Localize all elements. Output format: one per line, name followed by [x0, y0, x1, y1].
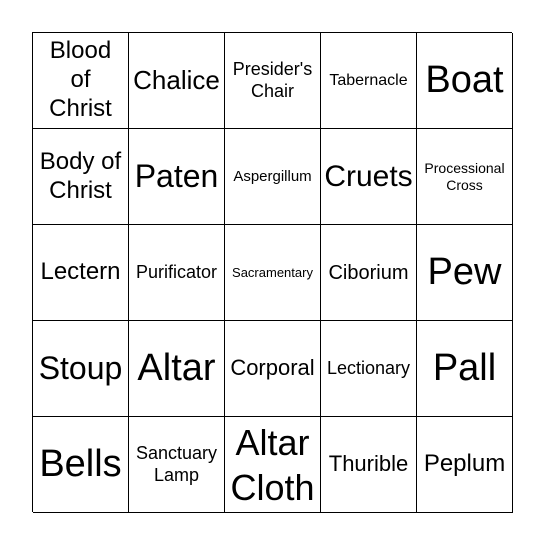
bingo-cell[interactable]: Bells: [33, 417, 129, 513]
bingo-cell[interactable]: Aspergillum: [225, 129, 321, 225]
bingo-cell[interactable]: Sacramentary: [225, 225, 321, 321]
bingo-cell[interactable]: Processional Cross: [417, 129, 513, 225]
bingo-cell[interactable]: Cruets: [321, 129, 417, 225]
bingo-cell[interactable]: Stoup: [33, 321, 129, 417]
bingo-cell[interactable]: Paten: [129, 129, 225, 225]
bingo-cell[interactable]: Blood of Christ: [33, 33, 129, 129]
bingo-cell[interactable]: Body of Christ: [33, 129, 129, 225]
bingo-cell[interactable]: Purificator: [129, 225, 225, 321]
bingo-cell[interactable]: Lectionary: [321, 321, 417, 417]
bingo-cell[interactable]: Ciborium: [321, 225, 417, 321]
bingo-cell[interactable]: Pew: [417, 225, 513, 321]
bingo-board: Blood of Christ Chalice Presider's Chair Ta…: [32, 32, 513, 513]
bingo-cell[interactable]: Pall: [417, 321, 513, 417]
bingo-cell[interactable]: Altar Cloth: [225, 417, 321, 513]
bingo-cell[interactable]: Tabernacle: [321, 33, 417, 129]
bingo-cell[interactable]: Boat: [417, 33, 513, 129]
bingo-cell[interactable]: Chalice: [129, 33, 225, 129]
bingo-cell[interactable]: Altar: [129, 321, 225, 417]
bingo-cell[interactable]: Presider's Chair: [225, 33, 321, 129]
bingo-cell[interactable]: Peplum: [417, 417, 513, 513]
bingo-cell[interactable]: Lectern: [33, 225, 129, 321]
bingo-cell[interactable]: Thurible: [321, 417, 417, 513]
bingo-cell[interactable]: Corporal: [225, 321, 321, 417]
bingo-cell[interactable]: Sanctuary Lamp: [129, 417, 225, 513]
